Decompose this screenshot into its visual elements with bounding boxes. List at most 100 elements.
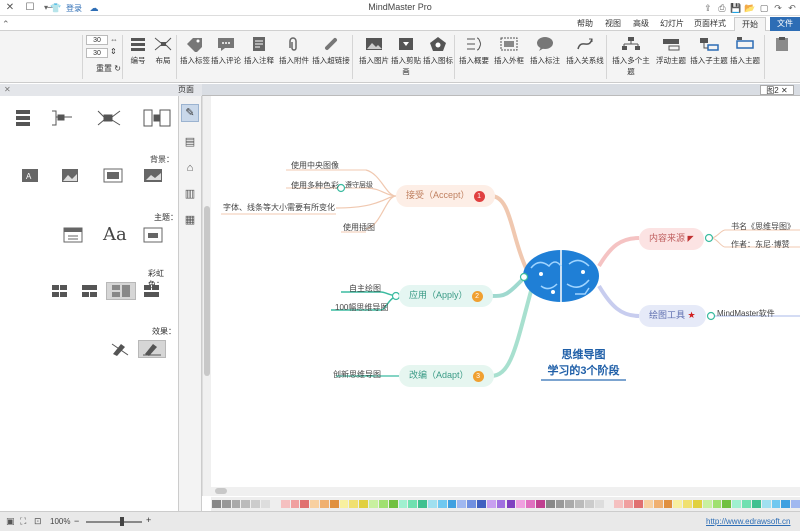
source-sub-1[interactable]: 书名《思维导图》 [731,221,795,232]
page-style-icon[interactable]: ✎ [181,104,199,122]
rainbow-option-1[interactable] [46,282,74,300]
redo-icon[interactable]: ↷ [772,2,784,14]
source-sub-2[interactable]: 作者：东尼·博赞 [731,239,790,250]
tab-file[interactable]: 文件 [770,17,800,31]
website-link[interactable]: http://www.edrawsoft.cn [706,517,790,526]
full-screen-icon[interactable]: ⛶ [20,516,26,527]
palette-swatch[interactable] [369,500,378,508]
palette-swatch[interactable] [742,500,751,508]
vertical-scrollbar[interactable] [202,96,211,496]
palette-swatch[interactable] [319,500,329,508]
palette-swatch[interactable] [781,500,791,508]
branch-accept[interactable]: 接受（Accept） 1 [396,185,495,207]
palette-swatch[interactable] [585,500,594,508]
effect-option-1[interactable] [108,340,134,358]
palette-swatch[interactable] [693,500,702,508]
palette-swatch[interactable] [702,500,712,508]
palette-swatch[interactable] [555,500,565,508]
outline-icon[interactable]: ▥ [181,186,199,204]
palette-swatch[interactable] [771,500,781,508]
horizontal-scroll-thumb[interactable] [215,488,227,494]
accept-sub-4[interactable]: 使用插图 [343,222,375,233]
palette-swatch[interactable] [545,500,555,508]
palette-swatch[interactable] [329,500,339,508]
apply-sub-2[interactable]: 100幅思维导图 [335,302,388,313]
palette-swatch[interactable] [604,500,614,508]
palette-swatch[interactable] [418,500,427,508]
palette-swatch[interactable] [565,500,575,508]
palette-swatch[interactable] [683,500,692,508]
tab-advanced[interactable]: 高级 [628,17,654,31]
palette-swatch[interactable] [486,500,496,508]
insert-attachment-button[interactable]: 插入附件 [276,34,312,80]
palette-swatch[interactable] [300,500,310,508]
spacing-input-b[interactable]: 30 [86,48,108,58]
central-title-line1[interactable]: 思维导图 [541,346,626,362]
cloud-icon[interactable]: ☁ [88,2,100,14]
palette-swatch[interactable] [516,500,526,508]
clipart-panel-icon[interactable]: ⌂ [181,160,199,178]
palette-swatch[interactable] [526,500,535,508]
palette-swatch[interactable] [535,500,545,508]
horizontal-scrollbar[interactable] [211,487,800,496]
mindmap-canvas[interactable]: 接受（Accept） 1 应用（Apply） 2 改编（Adapt） 3 内容来源 ◤… [211,96,800,496]
save-icon[interactable]: 💾 [730,2,742,14]
dropdown-icon[interactable]: ▾ [40,2,52,14]
palette-swatch[interactable] [643,500,653,508]
central-title-line2[interactable]: 学习的3个阶段 [541,362,626,378]
insert-image-button[interactable]: 插入图片 [358,34,390,80]
palette-swatch[interactable] [457,500,467,508]
palette-swatch[interactable] [427,500,437,508]
palette-swatch[interactable] [614,500,624,508]
insert-hyperlink-button[interactable]: 插入超链接 [312,34,350,80]
palette-swatch[interactable] [231,500,241,508]
close-icon[interactable]: ✕ [0,0,20,16]
tab-help[interactable]: 帮助 [572,17,598,31]
insert-relationship-button[interactable]: 插入关系线 [565,34,605,80]
palette-swatch[interactable] [575,500,585,508]
palette-swatch[interactable] [408,500,418,508]
palette-swatch[interactable] [653,500,663,508]
palette-swatch[interactable] [663,500,673,508]
palette-swatch[interactable] [339,500,349,508]
rainbow-option-4[interactable] [138,282,166,300]
theme-options[interactable] [60,226,172,246]
document-tab[interactable]: 图2 ✕ [760,85,794,95]
adapt-sub-1[interactable]: 创新思维导图 [333,369,381,380]
login-link[interactable]: 登录 [66,3,82,14]
layout-button[interactable]: 布局 [150,34,176,80]
palette-swatch[interactable] [791,500,800,508]
palette-swatch[interactable] [506,500,516,508]
new-icon[interactable]: ▢ [758,2,770,14]
rainbow-option-3-selected[interactable] [106,282,136,300]
palette-swatch[interactable] [261,500,270,508]
palette-swatch[interactable] [437,500,447,508]
zoom-in-icon[interactable]: + [146,515,151,525]
palette-swatch[interactable] [280,500,290,508]
vertical-scroll-thumb[interactable] [204,206,210,376]
palette-swatch[interactable] [270,500,280,508]
accept-sub-3[interactable]: 字体、线条等大小需要有所变化 [223,202,335,213]
palette-swatch[interactable] [496,500,506,508]
layout-options[interactable] [14,106,174,130]
palette-swatch[interactable] [751,500,761,508]
tab-page-style[interactable]: 页面样式 [690,17,730,31]
palette-swatch[interactable] [290,500,300,508]
branch-drawing-tool[interactable]: 绘图工具 ★ [639,305,706,327]
effect-option-2-selected[interactable] [138,340,166,358]
task-icon[interactable]: ▦ [181,212,199,230]
insert-multiple-topics-button[interactable]: 插入多个主题 [610,34,652,80]
reset-button[interactable]: 重置 ↻ [96,63,121,74]
zoom-fit-icon[interactable]: ⊡ [34,516,42,527]
palette-swatch[interactable] [388,500,398,508]
panel-close-icon[interactable]: ✕ [4,84,11,96]
palette-swatch[interactable] [722,500,732,508]
accept-sub-2[interactable]: 使用多种色彩 [291,180,339,191]
tab-view[interactable]: 视图 [600,17,626,31]
background-options[interactable]: A [14,166,174,186]
print-icon[interactable]: ⎙ [716,2,728,14]
tool-sub-1[interactable]: MindMaster软件 [717,308,775,319]
palette-swatch[interactable] [624,500,634,508]
insert-topic-button[interactable]: 插入主题 [726,34,764,80]
palette-swatch[interactable] [477,500,486,508]
